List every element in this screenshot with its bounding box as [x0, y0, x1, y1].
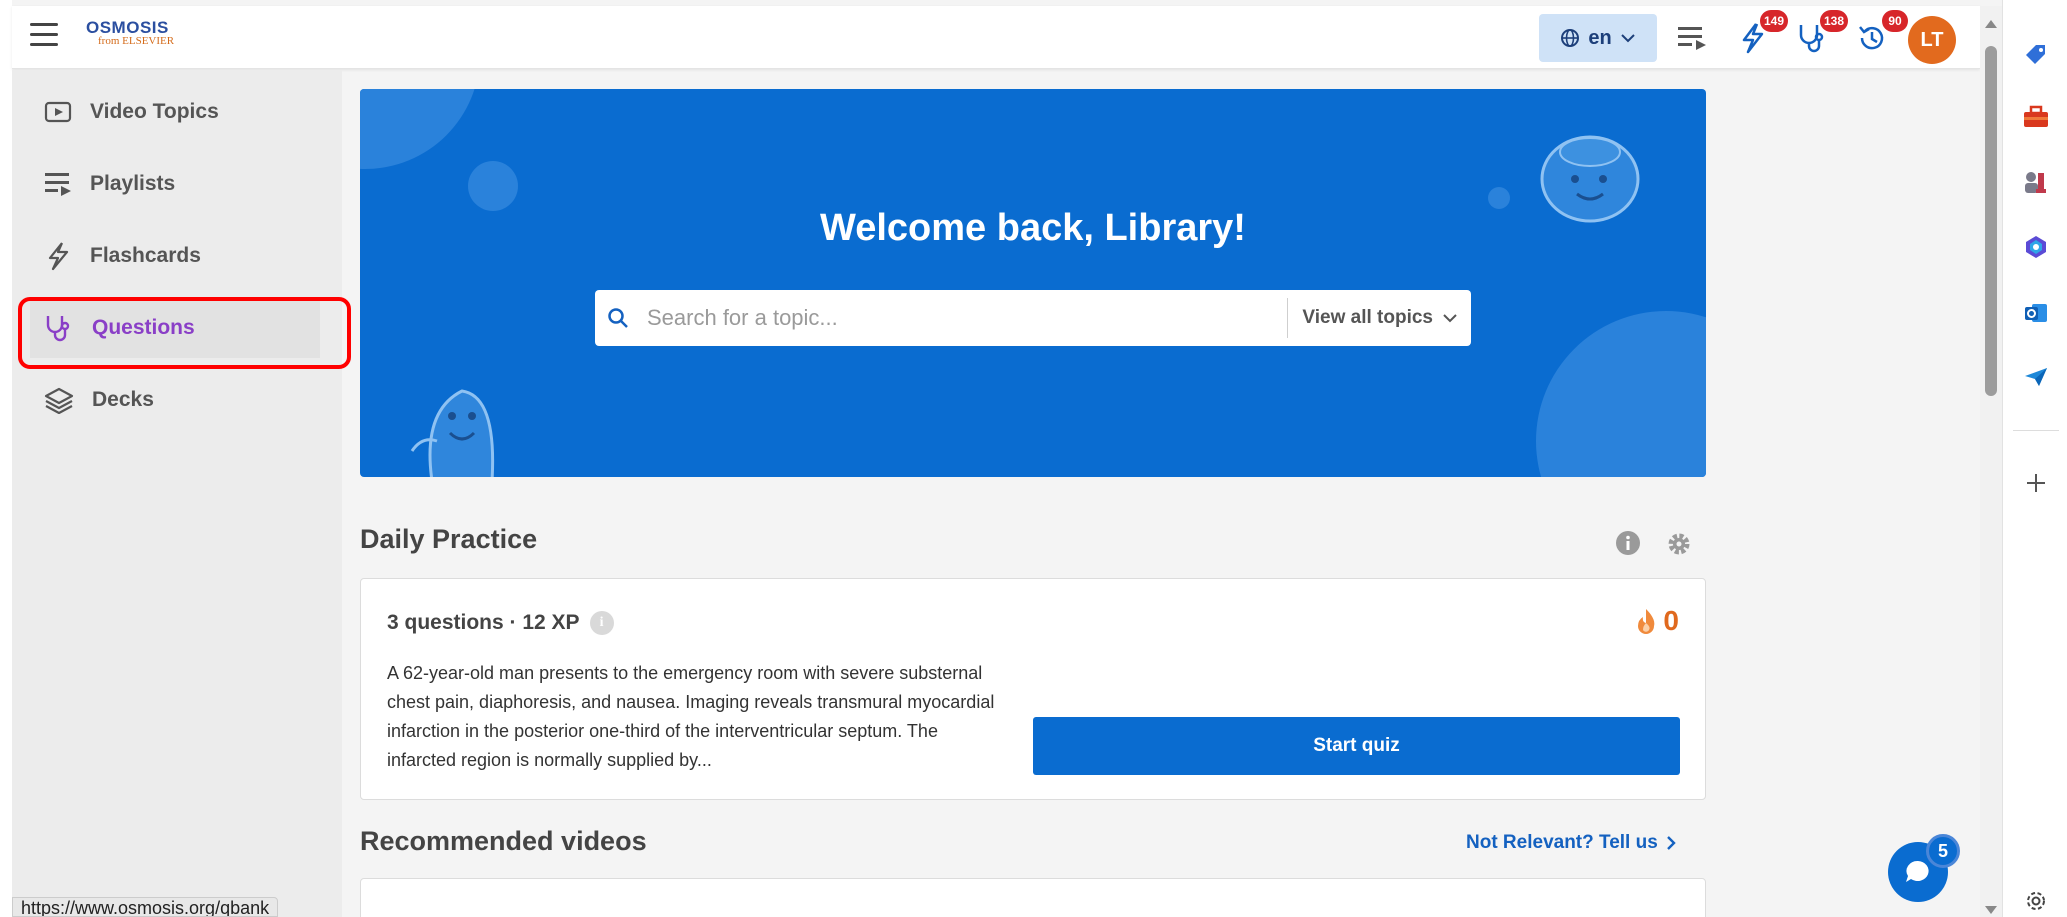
mascot-illustration — [410, 389, 495, 477]
quiz-meta-text: 3 questions · 12 XP — [387, 611, 580, 634]
games-icon[interactable] — [2021, 168, 2051, 198]
chat-bubble-icon — [1906, 860, 1929, 882]
questions-notification-icon[interactable]: 138 — [1794, 10, 1848, 56]
scrollbar-thumb[interactable] — [1985, 46, 1997, 396]
settings-gear-icon[interactable] — [1665, 530, 1693, 558]
history-badge: 90 — [1882, 10, 1908, 32]
sidebar-item-decks[interactable]: Decks — [30, 370, 320, 430]
settings-gear-icon[interactable] — [2021, 886, 2051, 916]
scroll-down-arrow-icon[interactable] — [1985, 906, 1997, 914]
scroll-up-arrow-icon[interactable] — [1985, 20, 1997, 28]
layers-icon — [44, 387, 74, 414]
hamburger-menu-icon[interactable] — [30, 23, 60, 49]
welcome-banner: Welcome back, Library! Search for a topi… — [360, 89, 1706, 477]
flame-icon — [1638, 609, 1655, 634]
window-edge — [0, 0, 12, 917]
view-all-label: View all topics — [1302, 307, 1433, 328]
playlist-icon — [45, 173, 71, 196]
outlook-icon[interactable] — [2021, 298, 2051, 328]
globe-icon — [1561, 29, 1580, 47]
page-scrollbar[interactable] — [1980, 6, 2002, 917]
sidebar-item-label: Decks — [92, 388, 154, 411]
decorative-circle — [468, 161, 518, 211]
daily-practice-card: 3 questions · 12 XP i 0 A 62-year-old ma… — [360, 578, 1706, 800]
info-icon[interactable] — [1615, 530, 1641, 556]
search-input[interactable]: Search for a topic... — [647, 305, 1287, 331]
chat-support-button[interactable]: 5 — [1888, 834, 1960, 902]
not-relevant-link[interactable]: Not Relevant? Tell us — [1466, 832, 1676, 854]
add-icon[interactable] — [2021, 468, 2051, 498]
streak-value: 0 — [1663, 605, 1679, 636]
recommended-videos-card — [360, 878, 1706, 917]
daily-practice-heading: Daily Practice — [360, 524, 538, 554]
video-play-icon — [44, 101, 72, 123]
toolbox-icon[interactable] — [2021, 102, 2051, 132]
decorative-circle — [1536, 311, 1706, 477]
streak-counter: 0 — [1635, 605, 1679, 637]
recommended-videos-heading: Recommended videos — [360, 826, 647, 856]
annotation-highlight-box — [18, 297, 351, 369]
question-preview: A 62-year-old man presents to the emerge… — [387, 663, 995, 770]
decorative-circle — [1488, 187, 1510, 209]
osmosis-logo[interactable]: OSMOSIS from ELSEVIER — [86, 18, 174, 47]
welcome-heading: Welcome back, Library! — [820, 207, 1246, 249]
flashcards-notification-icon[interactable]: 149 — [1734, 10, 1788, 56]
sidebar-item-flashcards[interactable]: Flashcards — [30, 226, 320, 286]
decorative-circle — [360, 89, 480, 169]
history-icon[interactable]: 90 — [1854, 10, 1908, 56]
sidebar-item-label: Video Topics — [90, 100, 219, 123]
sidebar-item-label: Flashcards — [90, 244, 201, 267]
logo-subtext: from ELSEVIER — [98, 35, 175, 47]
start-quiz-button[interactable]: Start quiz — [1033, 717, 1680, 775]
topic-search-bar: Search for a topic... View all topics — [595, 290, 1471, 346]
status-bar-url: https://www.osmosis.org/qbank — [12, 897, 279, 917]
lightning-icon — [48, 242, 69, 271]
language-selector[interactable]: en — [1539, 14, 1657, 62]
playlist-queue-icon[interactable] — [1674, 20, 1710, 56]
sidebar-nav: Video Topics Playlists Flashcards Questi… — [12, 70, 351, 917]
chevron-right-icon — [1666, 836, 1676, 850]
copilot-icon[interactable] — [2021, 232, 2051, 262]
language-label: en — [1588, 26, 1612, 49]
user-avatar[interactable]: LT — [1908, 16, 1956, 64]
questions-badge: 138 — [1819, 10, 1848, 32]
shopping-tag-icon[interactable] — [2021, 40, 2051, 70]
panel-divider — [2013, 430, 2059, 431]
quiz-meta: 3 questions · 12 XP i — [387, 611, 614, 635]
sidebar-item-video-topics[interactable]: Video Topics — [30, 82, 320, 142]
send-icon[interactable] — [2021, 362, 2051, 392]
search-icon — [608, 308, 628, 328]
sidebar-item-playlists[interactable]: Playlists — [30, 154, 320, 214]
chat-unread-badge: 5 — [1926, 834, 1960, 868]
chevron-down-icon — [1620, 34, 1635, 43]
browser-side-panel — [2002, 0, 2067, 917]
chevron-down-icon — [1443, 313, 1457, 322]
daily-practice-actions — [1615, 530, 1693, 558]
flashcards-badge: 149 — [1759, 10, 1788, 32]
view-all-topics-dropdown[interactable]: View all topics — [1288, 307, 1471, 329]
top-bar: OSMOSIS from ELSEVIER en 149 138 90 LT — [12, 6, 1980, 69]
info-icon[interactable]: i — [589, 611, 614, 635]
not-relevant-label: Not Relevant? Tell us — [1466, 832, 1658, 853]
sidebar-item-label: Playlists — [90, 172, 176, 195]
